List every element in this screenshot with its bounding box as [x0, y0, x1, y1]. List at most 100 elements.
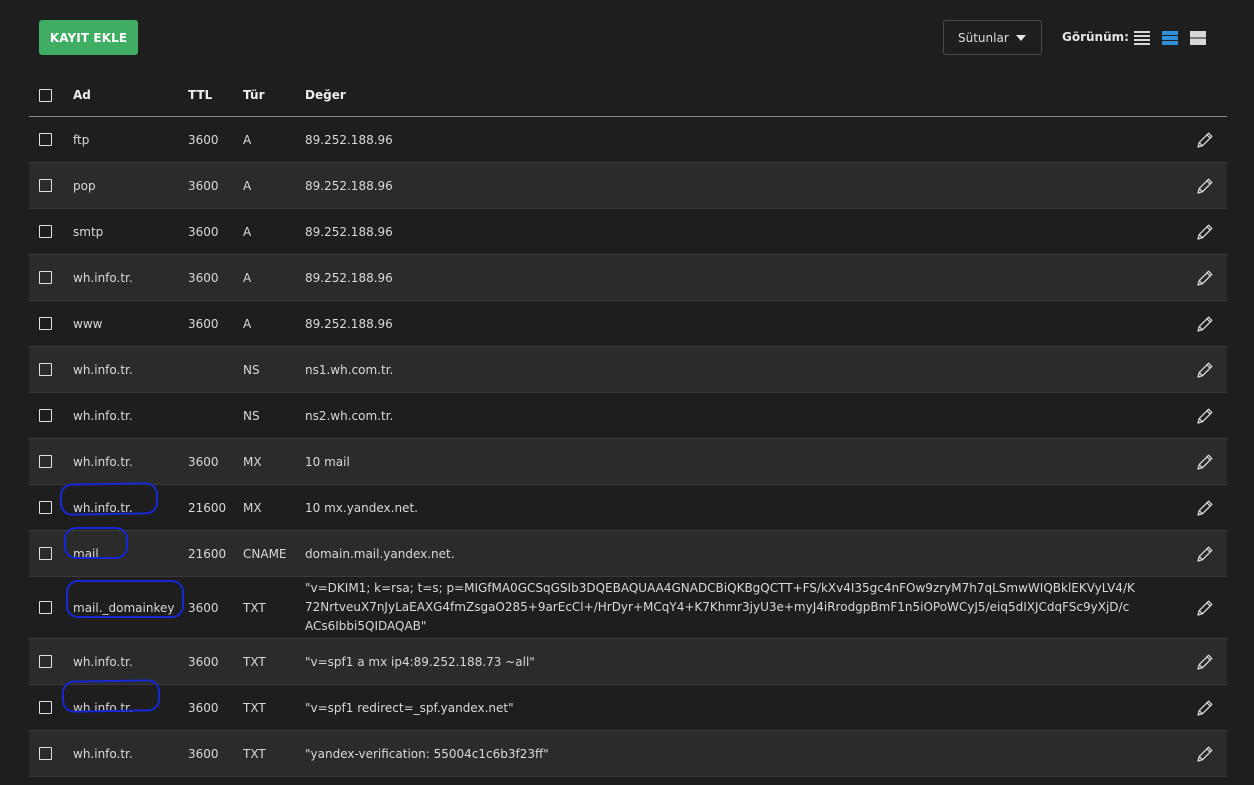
table-row: wh.info.tr. 3600 MX 10 mail — [29, 439, 1227, 485]
pencil-icon[interactable] — [1195, 698, 1215, 718]
pencil-icon[interactable] — [1195, 406, 1215, 426]
record-value: 89.252.188.96 — [305, 132, 393, 147]
record-value: 10 mail — [305, 454, 350, 469]
record-name: wh.info.tr. — [73, 362, 133, 377]
record-type: A — [243, 224, 252, 239]
select-all-checkbox[interactable] — [39, 88, 52, 102]
record-ttl: 3600 — [188, 700, 219, 715]
header-ttl: TTL — [188, 88, 213, 102]
row-checkbox[interactable] — [39, 655, 52, 668]
record-value: "v=spf1 a mx ip4:89.252.188.73 ~all" — [305, 654, 535, 669]
record-ttl: 3600 — [188, 654, 219, 669]
columns-dropdown[interactable]: Sütunlar — [943, 20, 1042, 55]
record-value: "v=spf1 redirect=_spf.yandex.net" — [305, 700, 514, 715]
row-checkbox[interactable] — [39, 501, 52, 514]
table-row: ftp 3600 A 89.252.188.96 — [29, 117, 1227, 163]
record-value: 89.252.188.96 — [305, 178, 393, 193]
row-checkbox[interactable] — [39, 701, 52, 714]
table-row: wh.info.tr. 3600 TXT "yandex-verification: … — [29, 731, 1227, 777]
record-name: wh.info.tr. — [73, 500, 133, 515]
record-name: mail — [73, 546, 99, 561]
record-ttl: 3600 — [188, 600, 219, 615]
record-ttl: 3600 — [188, 746, 219, 761]
pencil-icon[interactable] — [1195, 744, 1215, 764]
record-type: MX — [243, 454, 262, 469]
record-value: "yandex-verification: 55004c1c6b3f23ff" — [305, 746, 549, 761]
record-ttl: 3600 — [188, 178, 219, 193]
record-type: TXT — [243, 746, 266, 761]
row-checkbox[interactable] — [39, 179, 52, 192]
table-body: ftp 3600 A 89.252.188.96 pop 3600 A 89.252.188.… — [29, 117, 1227, 777]
table-row: wh.info.tr. 3600 TXT "v=spf1 redirect=_spf.… — [29, 685, 1227, 731]
row-checkbox[interactable] — [39, 363, 52, 376]
record-name: www — [73, 316, 103, 331]
record-type: A — [243, 270, 252, 285]
record-name: wh.info.tr. — [73, 654, 133, 669]
row-checkbox[interactable] — [39, 317, 52, 330]
pencil-icon[interactable] — [1195, 360, 1215, 380]
record-type: NS — [243, 408, 260, 423]
table-row: wh.info.tr. 3600 TXT "v=spf1 a mx ip4:89.25… — [29, 639, 1227, 685]
list-compact-icon[interactable] — [1134, 30, 1150, 46]
pencil-icon[interactable] — [1195, 268, 1215, 288]
table-row: wh.info.tr. 21600 MX 10 mx.yandex.net. — [29, 485, 1227, 531]
record-name: smtp — [73, 224, 104, 239]
table-row: wh.info.tr. NS ns1.wh.com.tr. — [29, 347, 1227, 393]
table-row: www 3600 A 89.252.188.96 — [29, 301, 1227, 347]
record-type: A — [243, 178, 252, 193]
pencil-icon[interactable] — [1195, 544, 1215, 564]
dns-records-table: Ad TTL Tür Değer ftp 3600 A 89.252.188.96 po… — [29, 74, 1227, 777]
pencil-icon[interactable] — [1195, 598, 1215, 618]
pencil-icon[interactable] — [1195, 652, 1215, 672]
table-row: mail._domainkey 3600 TXT "v=DKIM1; k=rsa; t… — [29, 577, 1227, 639]
record-ttl: 3600 — [188, 316, 219, 331]
record-value: domain.mail.yandex.net. — [305, 546, 455, 561]
view-label: Görünüm: — [1062, 30, 1129, 44]
dns-records-page: KAYIT EKLE Sütunlar Görünüm: Ad TTL Tür … — [0, 0, 1254, 785]
row-checkbox[interactable] — [39, 547, 52, 560]
record-type: TXT — [243, 600, 266, 615]
pencil-icon[interactable] — [1195, 498, 1215, 518]
record-type: NS — [243, 362, 260, 377]
record-value: 89.252.188.96 — [305, 270, 393, 285]
record-ttl: 3600 — [188, 224, 219, 239]
record-name: wh.info.tr. — [73, 408, 133, 423]
table-header: Ad TTL Tür Değer — [29, 74, 1227, 117]
record-type: A — [243, 132, 252, 147]
record-ttl: 3600 — [188, 270, 219, 285]
row-checkbox[interactable] — [39, 133, 52, 146]
add-record-button[interactable]: KAYIT EKLE — [39, 20, 138, 55]
record-type: A — [243, 316, 252, 331]
record-name: wh.info.tr. — [73, 270, 133, 285]
record-ttl: 3600 — [188, 132, 219, 147]
row-checkbox[interactable] — [39, 455, 52, 468]
row-checkbox[interactable] — [39, 409, 52, 422]
table-row: pop 3600 A 89.252.188.96 — [29, 163, 1227, 209]
header-type: Tür — [243, 88, 265, 102]
table-row: wh.info.tr. NS ns2.wh.com.tr. — [29, 393, 1227, 439]
header-value: Değer — [305, 88, 346, 102]
pencil-icon[interactable] — [1195, 222, 1215, 242]
list-wide-icon[interactable] — [1190, 30, 1206, 46]
record-ttl: 21600 — [188, 546, 227, 561]
table-row: mail 21600 CNAME domain.mail.yandex.net. — [29, 531, 1227, 577]
pencil-icon[interactable] — [1195, 452, 1215, 472]
record-name: pop — [73, 178, 96, 193]
row-checkbox[interactable] — [39, 225, 52, 238]
pencil-icon[interactable] — [1195, 314, 1215, 334]
row-checkbox[interactable] — [39, 271, 52, 284]
record-type: TXT — [243, 700, 266, 715]
pencil-icon[interactable] — [1195, 176, 1215, 196]
row-checkbox[interactable] — [39, 747, 52, 760]
list-normal-icon[interactable] — [1162, 30, 1178, 46]
record-ttl: 3600 — [188, 454, 219, 469]
table-row: smtp 3600 A 89.252.188.96 — [29, 209, 1227, 255]
pencil-icon[interactable] — [1195, 130, 1215, 150]
row-checkbox[interactable] — [39, 601, 52, 614]
record-value: 89.252.188.96 — [305, 224, 393, 239]
record-type: CNAME — [243, 546, 287, 561]
record-value: 10 mx.yandex.net. — [305, 500, 418, 515]
record-type: MX — [243, 500, 262, 515]
columns-dropdown-label: Sütunlar — [958, 30, 1009, 45]
record-name: mail._domainkey — [73, 600, 175, 615]
